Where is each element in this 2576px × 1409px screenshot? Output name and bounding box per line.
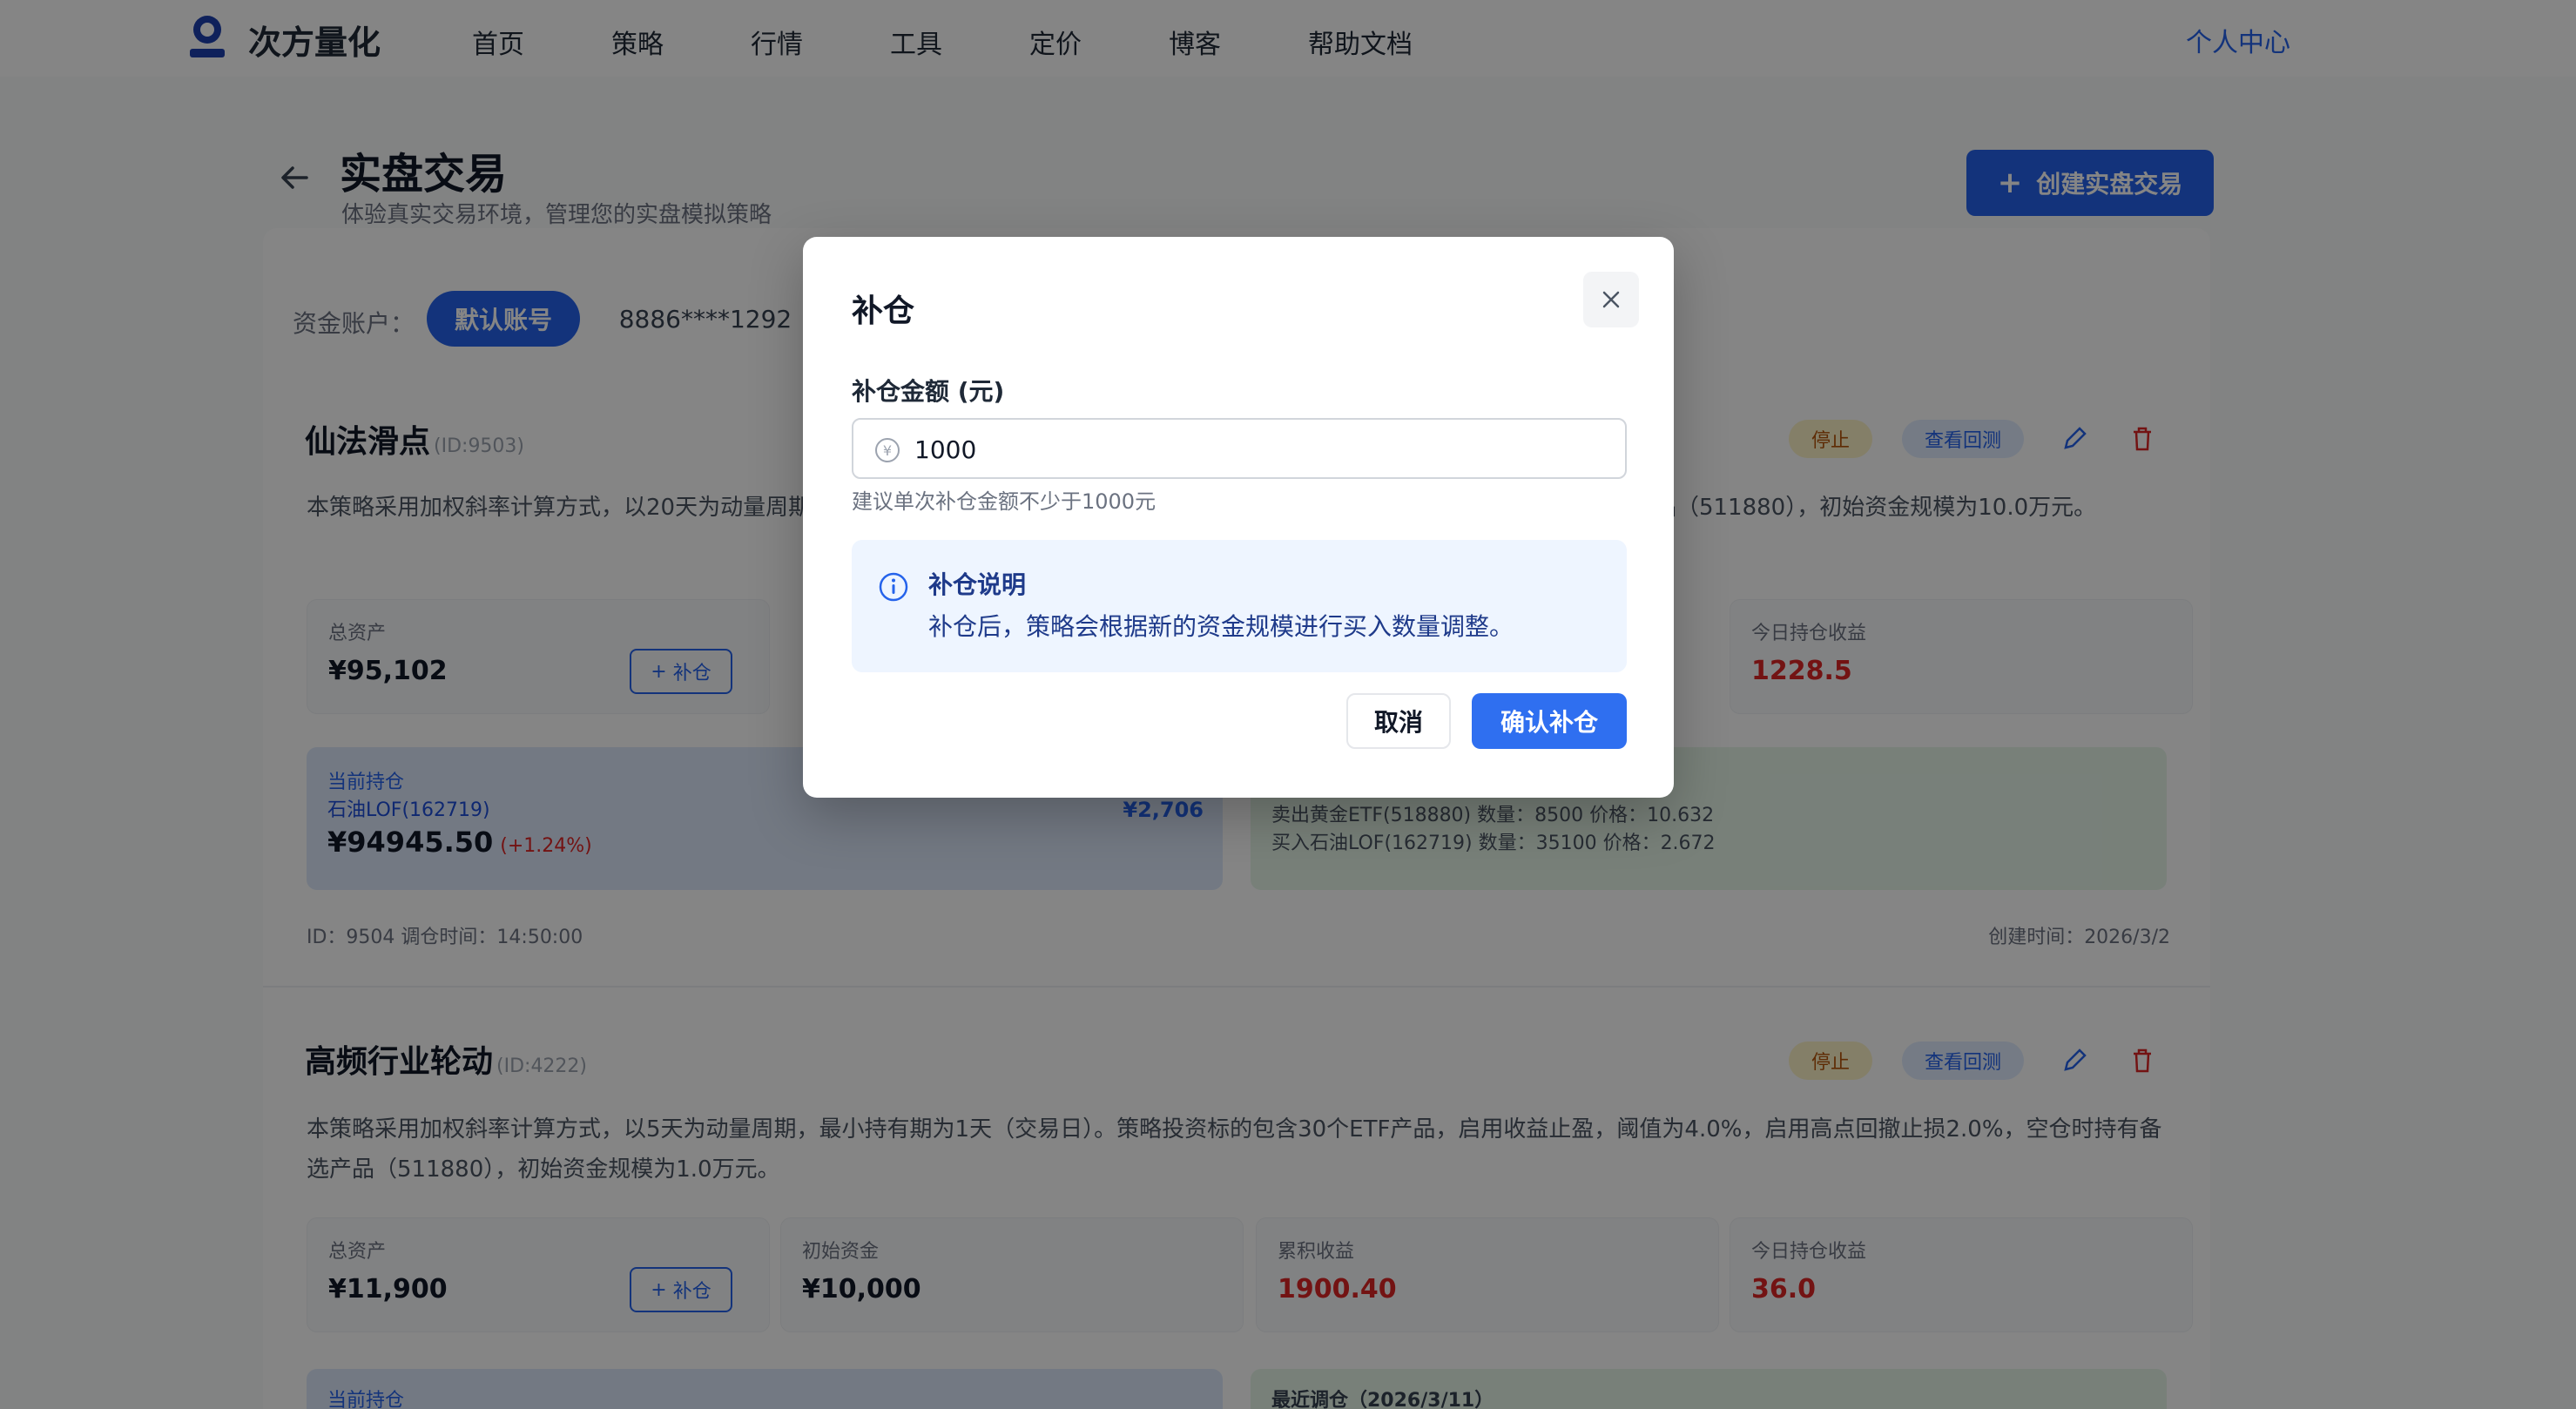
info-notice: 补仓说明 补仓后，策略会根据新的资金规模进行买入数量调整。 (852, 540, 1627, 672)
info-icon (879, 572, 908, 602)
confirm-add-position-button[interactable]: 确认补仓 (1472, 693, 1627, 749)
info-text: 补仓后，策略会根据新的资金规模进行买入数量调整。 (928, 612, 1514, 641)
yen-symbol: ¥ (883, 442, 892, 459)
yen-icon: ¥ (875, 438, 900, 462)
amount-input-wrapper: ¥ (852, 418, 1627, 479)
amount-field-label: 补仓金额 (元) (852, 377, 1005, 406)
close-icon (1602, 291, 1620, 308)
close-button[interactable] (1583, 272, 1639, 327)
add-position-dialog: 补仓 补仓金额 (元) ¥ 建议单次补仓金额不少于1000元 补仓说明 补仓后，… (803, 237, 1674, 798)
amount-hint: 建议单次补仓金额不少于1000元 (852, 489, 1157, 514)
amount-input[interactable] (914, 427, 1611, 472)
info-title: 补仓说明 (928, 570, 1027, 599)
cancel-button[interactable]: 取消 (1346, 693, 1451, 749)
dialog-title: 补仓 (852, 293, 915, 329)
